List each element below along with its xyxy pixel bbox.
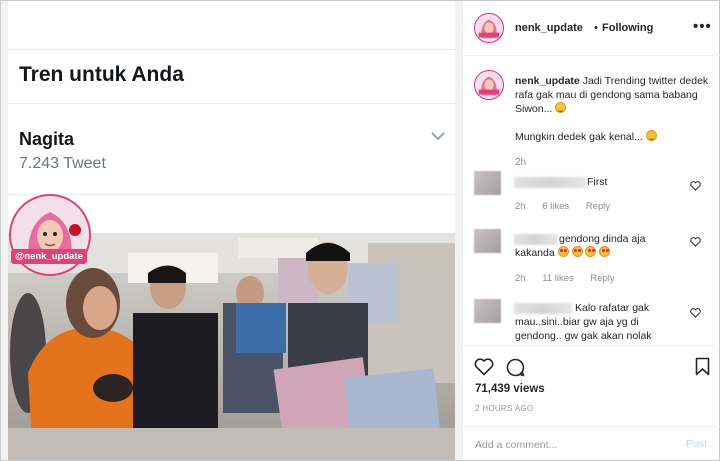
divider bbox=[8, 49, 455, 50]
post-actions: 71,439 views 2 HOURS AGO Post bbox=[463, 345, 720, 460]
caption-line-2: Mungkin dedek gak kenal... bbox=[515, 130, 713, 144]
comment-meta: 2h 11 likes Reply bbox=[515, 273, 629, 284]
heart-eyes-emoji-icon bbox=[571, 246, 583, 257]
reply-button[interactable]: Reply bbox=[586, 201, 610, 212]
add-comment-bar: Post bbox=[463, 426, 720, 461]
post-header: nenk_update • Following ••• bbox=[463, 1, 720, 56]
divider bbox=[8, 103, 455, 104]
username-link[interactable]: nenk_update bbox=[515, 22, 583, 34]
avatar[interactable] bbox=[474, 70, 504, 100]
comment-time: 2h bbox=[515, 201, 526, 212]
caption-timestamp: 2h bbox=[515, 157, 527, 168]
comment-bubble-icon[interactable] bbox=[506, 358, 525, 377]
like-heart-icon[interactable] bbox=[690, 181, 701, 191]
view-count[interactable]: 71,439 views bbox=[475, 383, 545, 395]
post-media[interactable]: Tren untuk Anda Nagita 7.243 Tweet @nenk… bbox=[1, 1, 462, 460]
comment-likes[interactable]: 6 likes bbox=[542, 201, 569, 212]
heart-eyes-emoji-icon bbox=[585, 246, 597, 257]
avatar[interactable] bbox=[474, 229, 501, 253]
reply-button[interactable]: Reply bbox=[590, 273, 614, 284]
comment-meta: 2h 6 likes Reply bbox=[515, 201, 624, 212]
comment-input[interactable] bbox=[475, 437, 665, 453]
trend-heading: Tren untuk Anda bbox=[19, 63, 184, 86]
heart-eyes-emoji-icon bbox=[599, 246, 611, 257]
avatar[interactable] bbox=[474, 13, 504, 43]
post-timestamp: 2 HOURS AGO bbox=[475, 404, 534, 413]
trend-count: 7.243 Tweet bbox=[19, 155, 106, 172]
watermark-handle: @nenk_update bbox=[11, 249, 87, 264]
heart-eyes-emoji-icon bbox=[557, 246, 569, 257]
comment-text: Kalo rafatar gak mau..sini..biar gw aja … bbox=[515, 302, 652, 342]
caption-username[interactable]: nenk_update bbox=[515, 75, 580, 87]
like-heart-icon[interactable] bbox=[690, 308, 701, 318]
chevron-down-icon bbox=[431, 132, 445, 141]
post-caption: nenk_update Jadi Trending twitter dedek … bbox=[515, 74, 713, 116]
comment-text: First bbox=[587, 176, 608, 188]
avatar[interactable] bbox=[474, 299, 501, 323]
caption-text-2: Mungkin dedek gak kenal... bbox=[515, 131, 643, 143]
grin-emoji-icon bbox=[555, 102, 567, 113]
trend-name: Nagita bbox=[19, 129, 75, 149]
bookmark-icon[interactable] bbox=[695, 357, 710, 376]
separator-dot: • bbox=[594, 22, 598, 34]
more-options-icon[interactable]: ••• bbox=[693, 18, 712, 35]
comment-time: 2h bbox=[515, 273, 526, 284]
following-button[interactable]: Following bbox=[602, 22, 653, 34]
avatar[interactable] bbox=[474, 171, 501, 195]
grin-emoji-icon bbox=[645, 130, 657, 141]
blurred-username bbox=[514, 177, 586, 188]
like-heart-icon[interactable] bbox=[474, 358, 494, 376]
comment-likes[interactable]: 11 likes bbox=[542, 273, 574, 284]
post-comment-button[interactable]: Post bbox=[686, 438, 707, 450]
comment-text: gendong dinda aja kakanda bbox=[515, 232, 685, 260]
post-side-panel: nenk_update • Following ••• nenk_update … bbox=[462, 1, 720, 460]
like-heart-icon[interactable] bbox=[690, 237, 701, 247]
